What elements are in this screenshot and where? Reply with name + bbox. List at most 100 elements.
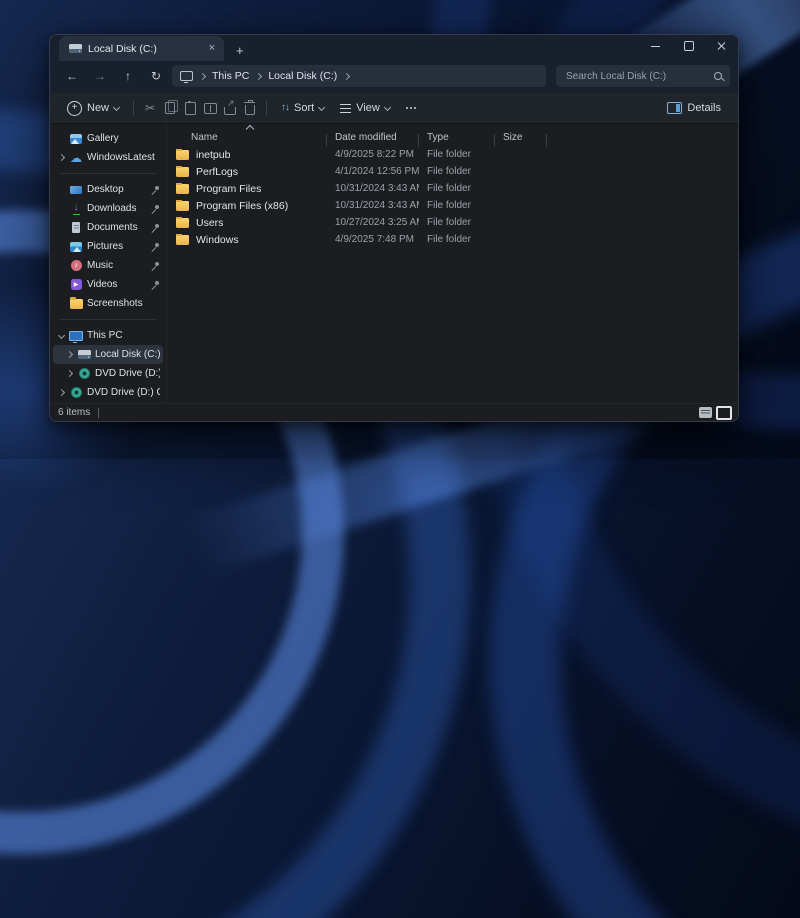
sidebar-item-this-pc[interactable]: This PC bbox=[53, 326, 163, 345]
folder-icon bbox=[176, 150, 189, 160]
breadcrumb[interactable]: This PC Local Disk (C:) bbox=[172, 65, 546, 87]
music-icon: ♪ bbox=[69, 260, 83, 271]
file-name: Windows bbox=[196, 234, 239, 246]
navigation-bar: ← → ↑ ↻ This PC Local Disk (C:) bbox=[50, 61, 738, 93]
search-box[interactable] bbox=[556, 65, 730, 87]
new-button-label: New bbox=[87, 102, 109, 114]
forward-button[interactable]: → bbox=[88, 65, 112, 87]
sort-arrows-icon: ↑↓ bbox=[281, 103, 289, 113]
sidebar-item-videos[interactable]: ▶ Videos bbox=[53, 275, 163, 294]
folder-icon bbox=[69, 299, 83, 309]
column-header-date-modified[interactable]: Date modified bbox=[327, 132, 419, 146]
sidebar-item-dvd-drive[interactable]: DVD Drive (D:) bbox=[53, 364, 163, 383]
file-row[interactable]: Users 10/27/2024 3:25 AM File folder bbox=[171, 214, 738, 231]
tab-local-disk-c[interactable]: Local Disk (C:) × bbox=[59, 36, 224, 61]
file-date: 4/9/2025 7:48 PM bbox=[327, 234, 419, 245]
chevron-down-icon[interactable] bbox=[57, 333, 65, 338]
dvd-icon bbox=[69, 387, 83, 398]
file-type: File folder bbox=[419, 200, 495, 211]
sidebar-divider bbox=[59, 173, 157, 174]
share-button[interactable] bbox=[221, 99, 239, 117]
tab-label: Local Disk (C:) bbox=[88, 43, 200, 55]
chevron-right-icon[interactable] bbox=[65, 371, 73, 376]
sidebar-item-desktop[interactable]: Desktop bbox=[53, 180, 163, 199]
chevron-down-icon bbox=[384, 103, 391, 110]
search-icon[interactable] bbox=[714, 72, 722, 80]
desktop-icon bbox=[69, 186, 83, 194]
paste-button[interactable] bbox=[181, 99, 199, 117]
sidebar-divider bbox=[59, 319, 157, 320]
column-header-name[interactable]: Name bbox=[171, 132, 327, 146]
toolbar-divider bbox=[266, 100, 267, 116]
file-row[interactable]: inetpub 4/9/2025 8:22 PM File folder bbox=[171, 146, 738, 163]
close-icon bbox=[717, 41, 727, 51]
file-name: Program Files (x86) bbox=[196, 200, 288, 212]
new-button[interactable]: + New bbox=[60, 96, 126, 120]
new-tab-button[interactable]: + bbox=[236, 44, 244, 57]
search-input[interactable] bbox=[564, 70, 714, 83]
pin-icon bbox=[151, 280, 160, 289]
rename-button[interactable] bbox=[201, 99, 219, 117]
more-options-button[interactable] bbox=[399, 96, 423, 120]
file-type: File folder bbox=[419, 234, 495, 245]
sidebar-item-dvd-drive-2[interactable]: DVD Drive (D:) C bbox=[53, 383, 163, 402]
file-row[interactable]: Windows 4/9/2025 7:48 PM File folder bbox=[171, 231, 738, 248]
sidebar-item-documents[interactable]: Documents bbox=[53, 218, 163, 237]
breadcrumb-local-disk[interactable]: Local Disk (C:) bbox=[268, 70, 337, 82]
back-button[interactable]: ← bbox=[60, 65, 84, 87]
file-row[interactable]: Program Files (x86) 10/31/2024 3:43 AM F… bbox=[171, 197, 738, 214]
pin-icon bbox=[151, 185, 160, 194]
sort-button[interactable]: ↑↓ Sort bbox=[274, 96, 331, 120]
videos-icon: ▶ bbox=[69, 279, 83, 290]
sidebar-item-pictures[interactable]: Pictures bbox=[53, 237, 163, 256]
breadcrumb-this-pc[interactable]: This PC bbox=[212, 70, 249, 82]
cut-button[interactable]: ✂ bbox=[141, 99, 159, 117]
share-icon bbox=[224, 107, 236, 115]
close-button[interactable] bbox=[705, 35, 738, 57]
minimize-button[interactable] bbox=[639, 35, 672, 57]
chevron-right-icon[interactable] bbox=[57, 155, 65, 160]
column-header-size[interactable]: Size bbox=[495, 132, 547, 146]
sidebar-item-screenshots[interactable]: Screenshots bbox=[53, 294, 163, 313]
sidebar-item-downloads[interactable]: ↓ Downloads bbox=[53, 199, 163, 218]
file-type: File folder bbox=[419, 149, 495, 160]
details-view-toggle-icon[interactable] bbox=[699, 407, 712, 418]
details-pane-button[interactable]: Details bbox=[660, 96, 728, 120]
command-bar: + New ✂ ↑↓ Sort View Details bbox=[50, 93, 738, 124]
file-row[interactable]: PerfLogs 4/1/2024 12:56 PM File folder bbox=[171, 163, 738, 180]
maximize-button[interactable] bbox=[672, 35, 705, 57]
sidebar-item-windowslatest[interactable]: ☁ WindowsLatest bbox=[53, 148, 163, 167]
chevron-right-icon[interactable] bbox=[57, 390, 65, 395]
large-icons-view-toggle-icon[interactable] bbox=[716, 406, 732, 420]
ellipsis-icon bbox=[406, 107, 408, 109]
sidebar-item-music[interactable]: ♪ Music bbox=[53, 256, 163, 275]
up-button[interactable]: ↑ bbox=[116, 65, 140, 87]
file-name: Program Files bbox=[196, 183, 261, 195]
view-lines-icon bbox=[340, 104, 351, 113]
sort-button-label: Sort bbox=[294, 102, 314, 114]
delete-button[interactable] bbox=[241, 99, 259, 117]
copy-button[interactable] bbox=[161, 99, 179, 117]
sidebar-item-local-disk-c[interactable]: Local Disk (C:) bbox=[53, 345, 163, 364]
view-button[interactable]: View bbox=[333, 96, 397, 120]
paste-icon bbox=[185, 102, 196, 115]
tab-close-icon[interactable]: × bbox=[206, 42, 218, 55]
chevron-right-icon bbox=[255, 72, 262, 79]
maximize-icon bbox=[684, 41, 694, 51]
file-date: 10/27/2024 3:25 AM bbox=[327, 217, 419, 228]
desktop: { "window": { "tab": { "label": "Local D… bbox=[0, 0, 800, 459]
drive-icon bbox=[77, 350, 91, 359]
column-header-type[interactable]: Type bbox=[419, 132, 495, 146]
this-pc-icon bbox=[180, 71, 193, 81]
refresh-button[interactable]: ↻ bbox=[144, 65, 168, 87]
file-explorer-window: Local Disk (C:) × + ← → ↑ ↻ This PC Loca… bbox=[49, 34, 739, 422]
file-date: 4/9/2025 8:22 PM bbox=[327, 149, 419, 160]
minimize-icon bbox=[651, 46, 660, 47]
onedrive-cloud-icon: ☁ bbox=[69, 152, 83, 164]
sidebar-item-gallery[interactable]: Gallery bbox=[53, 129, 163, 148]
file-name: Users bbox=[196, 217, 223, 229]
folder-icon bbox=[176, 218, 189, 228]
file-row[interactable]: Program Files 10/31/2024 3:43 AM File fo… bbox=[171, 180, 738, 197]
gallery-icon bbox=[69, 134, 83, 144]
chevron-right-icon[interactable] bbox=[65, 352, 73, 357]
